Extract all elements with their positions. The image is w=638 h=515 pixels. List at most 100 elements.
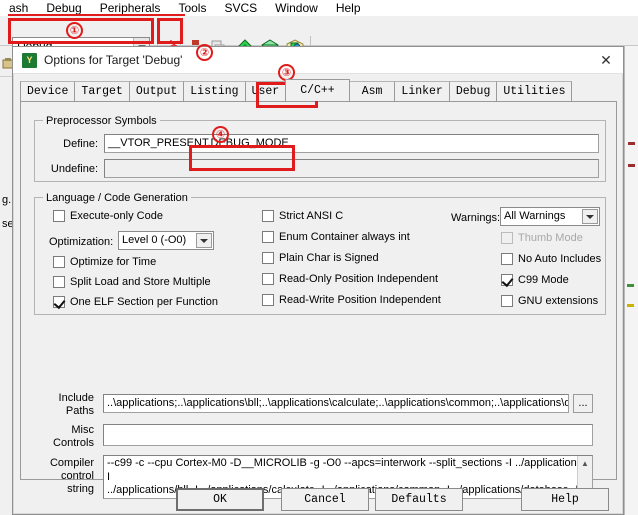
cancel-button[interactable]: Cancel <box>281 488 369 511</box>
checkbox-box <box>501 274 513 286</box>
checkbox-read-only-position-independent[interactable]: Read-Only Position Independent <box>262 273 438 285</box>
checkbox-label: Enum Container always int <box>279 231 410 243</box>
checkbox-no-auto-includes[interactable]: No Auto Includes <box>501 253 601 265</box>
group-legend: Preprocessor Symbols <box>43 115 160 127</box>
tab-utilities[interactable]: Utilities <box>496 81 573 101</box>
close-icon[interactable]: ✕ <box>589 47 623 73</box>
checkbox-execute-only-code[interactable]: Execute-only Code <box>53 210 163 222</box>
tab-debug[interactable]: Debug <box>448 81 498 101</box>
optimization-select[interactable]: Level 0 (-O0) <box>118 231 214 250</box>
checkbox-gnu-extensions[interactable]: GNU extensions <box>501 295 598 307</box>
warnings-label: Warnings: <box>451 212 501 224</box>
menu-item-peripherals[interactable]: Peripherals <box>91 0 170 16</box>
compiler-control-string-label-line3: string <box>67 483 94 495</box>
background-text-fragment: g. <box>2 194 12 206</box>
dialog-title-bar[interactable]: Y Options for Target 'Debug' ✕ <box>13 47 623 74</box>
defaults-button[interactable]: Defaults <box>375 488 463 511</box>
checkbox-box <box>501 253 513 265</box>
checkbox-label: Read-Only Position Independent <box>279 273 438 285</box>
checkbox-label: GNU extensions <box>518 295 599 307</box>
dialog-title: Options for Target 'Debug' <box>44 53 183 67</box>
optimization-label: Optimization: <box>49 236 114 248</box>
checkbox-optimize-for-time[interactable]: Optimize for Time <box>53 256 156 268</box>
tab-target[interactable]: Target <box>74 81 130 101</box>
preprocessor-symbols-group: Preprocessor Symbols Define: __VTOR_PRES… <box>34 115 606 182</box>
tab-output[interactable]: Output <box>128 81 185 101</box>
marker-dot <box>627 304 634 307</box>
checkbox-box <box>262 273 274 285</box>
menu-item-debug[interactable]: Debug <box>37 0 90 16</box>
checkbox-c99-mode[interactable]: C99 Mode <box>501 274 569 286</box>
checkbox-label: Optimize for Time <box>70 256 157 268</box>
tab-asm[interactable]: Asm <box>348 81 396 101</box>
misc-controls-label-line1: Misc <box>71 424 94 436</box>
undefine-label: Undefine: <box>50 163 98 175</box>
misc-controls-label-line2: Controls <box>53 437 94 449</box>
checkbox-split-load-and-store-multiple[interactable]: Split Load and Store Multiple <box>53 276 211 288</box>
tab-strip: Device Target Output Listing User C/C++ … <box>20 79 573 101</box>
checkbox-box <box>262 231 274 243</box>
menu-item-window[interactable]: Window <box>266 0 327 16</box>
marker-dot <box>627 284 634 287</box>
checkbox-one-elf-section-per-function[interactable]: One ELF Section per Function <box>53 296 218 308</box>
tab-listing[interactable]: Listing <box>183 81 246 101</box>
tab-c-cpp[interactable]: C/C++ <box>285 79 350 101</box>
help-button[interactable]: Help <box>521 488 609 511</box>
undefine-input[interactable] <box>104 159 599 178</box>
menu-item-ash[interactable]: ash <box>0 0 37 16</box>
optimization-value: Level 0 (-O0) <box>122 234 187 246</box>
chevron-down-icon[interactable] <box>196 233 212 248</box>
ide-menu-bar: ash Debug Peripherals Tools SVCS Window … <box>0 0 638 16</box>
checkbox-box <box>501 295 513 307</box>
checkbox-enum-container-always-int[interactable]: Enum Container always int <box>262 231 410 243</box>
compiler-control-string-line1: --c99 -c --cpu Cortex-M0 -D__MICROLIB -g… <box>107 457 589 483</box>
checkbox-strict-ansi-c[interactable]: Strict ANSI C <box>262 210 343 222</box>
ide-toolbar: Debug <box>0 16 638 58</box>
tab-linker[interactable]: Linker <box>394 81 450 101</box>
checkbox-label: C99 Mode <box>518 274 569 286</box>
ok-button[interactable]: OK <box>176 488 264 511</box>
checkbox-box <box>501 232 513 244</box>
compiler-control-string-label-line1: Compiler <box>49 457 94 469</box>
checkbox-box <box>53 256 65 268</box>
tab-device[interactable]: Device <box>20 81 76 101</box>
tab-page-c-cpp: Preprocessor Symbols Define: __VTOR_PRES… <box>20 101 617 499</box>
checkbox-label: Execute-only Code <box>70 210 163 222</box>
checkbox-box <box>53 210 65 222</box>
menu-item-svcs[interactable]: SVCS <box>215 0 266 16</box>
menu-item-help[interactable]: Help <box>327 0 370 16</box>
marker-dot <box>628 142 635 145</box>
checkbox-box <box>262 210 274 222</box>
ide-right-strip <box>624 46 638 515</box>
include-paths-label-line2: Paths <box>65 405 94 417</box>
checkbox-box <box>53 276 65 288</box>
checkbox-label: Thumb Mode <box>518 232 583 244</box>
menu-item-tools[interactable]: Tools <box>169 0 215 16</box>
tab-user[interactable]: User <box>244 81 287 101</box>
checkbox-thumb-mode[interactable]: Thumb Mode <box>501 232 583 244</box>
include-paths-label-line1: Include <box>58 392 94 404</box>
keil-target-options-icon: Y <box>22 52 37 68</box>
warnings-select[interactable]: All Warnings <box>500 207 600 226</box>
compiler-control-string-label-line2: control <box>60 470 94 482</box>
checkbox-plain-char-is-signed[interactable]: Plain Char is Signed <box>262 252 379 264</box>
chevron-down-icon[interactable] <box>582 209 598 224</box>
checkbox-label: Split Load and Store Multiple <box>70 276 211 288</box>
checkbox-label: Strict ANSI C <box>279 210 344 222</box>
checkbox-box <box>262 252 274 264</box>
checkbox-label: No Auto Includes <box>518 253 602 265</box>
warnings-value: All Warnings <box>504 210 566 222</box>
checkbox-label: Read-Write Position Independent <box>279 294 441 306</box>
checkbox-label: Plain Char is Signed <box>279 252 379 264</box>
define-label: Define: <box>63 138 98 150</box>
group-legend: Language / Code Generation <box>43 192 191 204</box>
misc-controls-input[interactable] <box>103 424 593 446</box>
checkbox-label: One ELF Section per Function <box>70 296 218 308</box>
include-paths-input[interactable]: ..\applications;..\applications\bll;..\a… <box>103 394 569 413</box>
chevron-up-icon[interactable]: ▲ <box>578 456 592 470</box>
include-paths-browse-button[interactable]: ... <box>573 394 593 413</box>
checkbox-read-write-position-independent[interactable]: Read-Write Position Independent <box>262 294 441 306</box>
define-input[interactable]: __VTOR_PRESENT,DEBUG_MODE <box>104 134 599 153</box>
marker-dot <box>628 164 635 167</box>
checkbox-box <box>53 296 65 308</box>
